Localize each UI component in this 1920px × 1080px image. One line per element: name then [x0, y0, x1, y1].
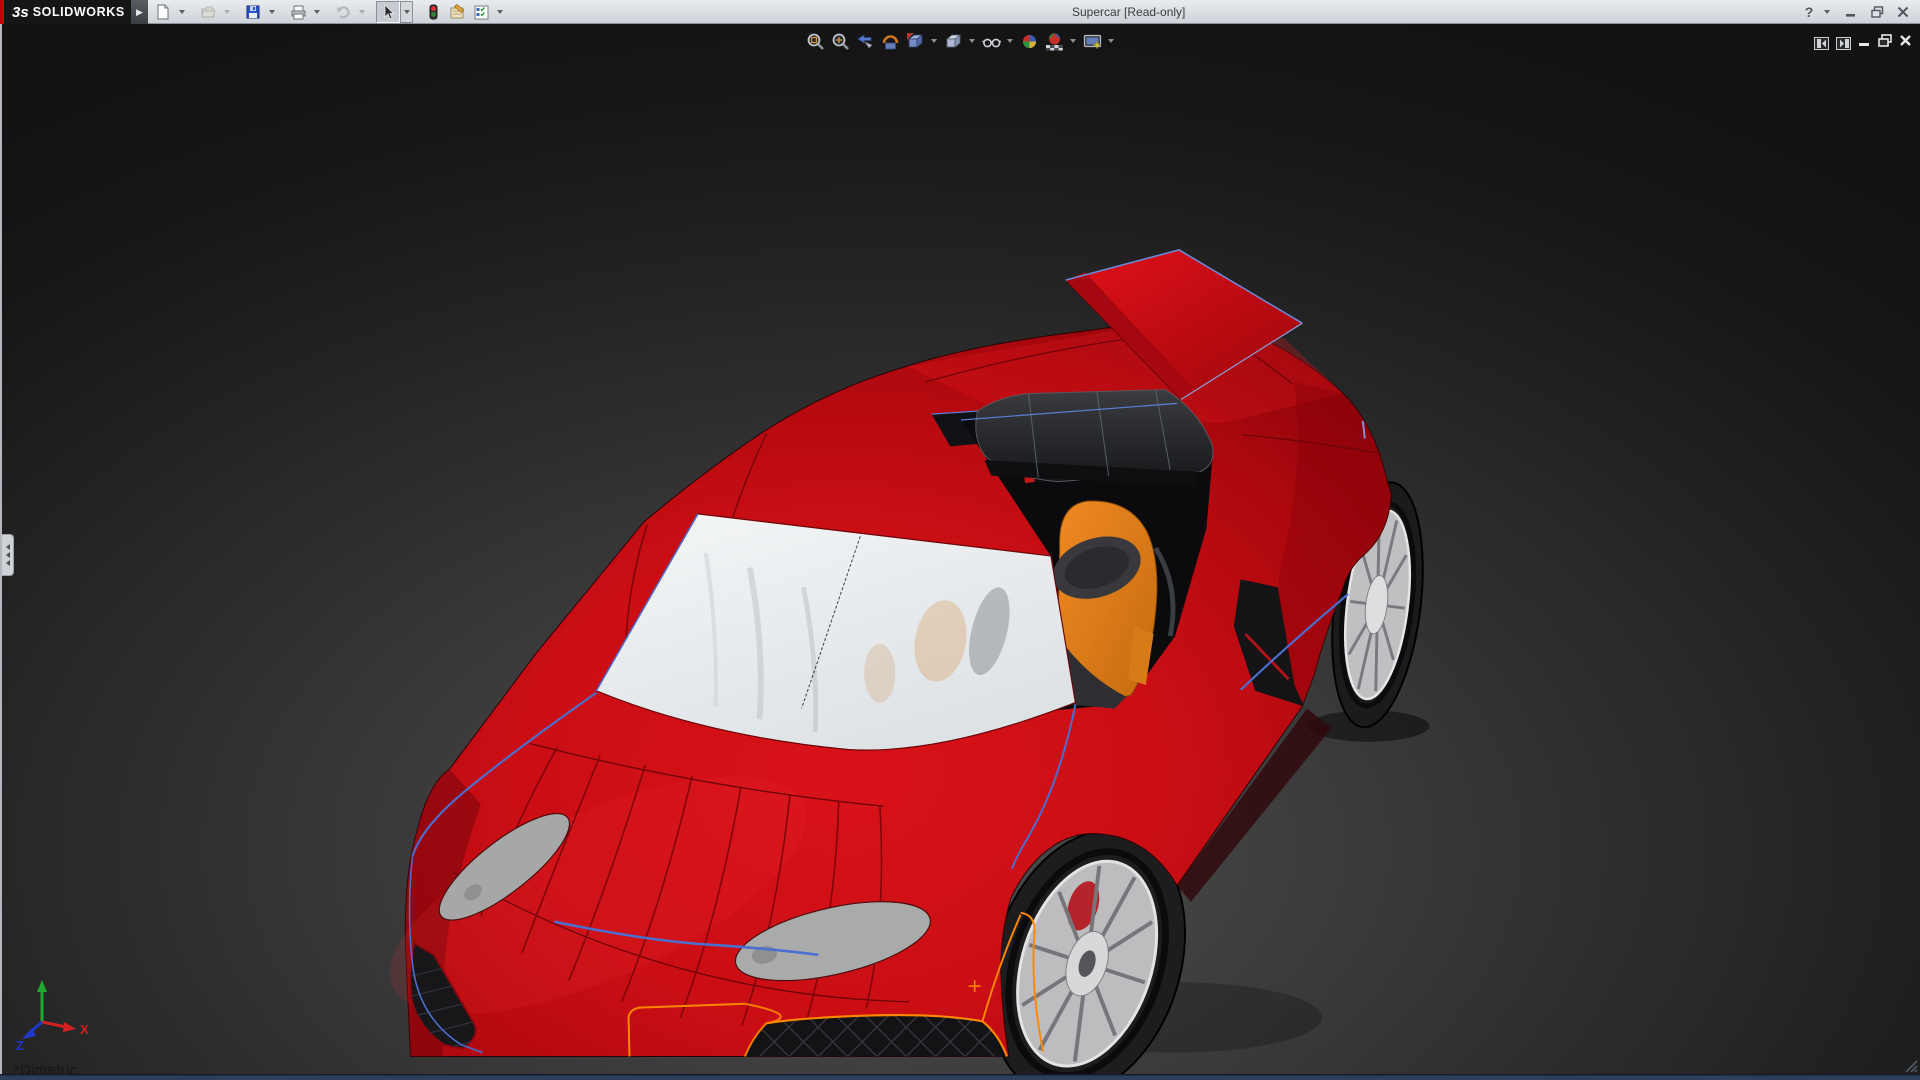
display-style-dropdown[interactable] — [967, 30, 977, 52]
reference-triad: X Z — [16, 980, 89, 1051]
new-document-dropdown[interactable] — [175, 1, 188, 23]
edit-appearance-button[interactable] — [1018, 30, 1040, 52]
zoom-to-area-button[interactable] — [829, 30, 851, 52]
undo-dropdown[interactable] — [355, 1, 368, 23]
select-button[interactable] — [376, 1, 400, 23]
restore-button[interactable] — [1866, 2, 1888, 22]
logo-prefix: 3s — [12, 3, 29, 21]
view-orientation-icon — [906, 32, 923, 48]
hide-show-items-button[interactable] — [980, 30, 1002, 52]
undo-button[interactable] — [331, 1, 355, 23]
open-button[interactable] — [196, 1, 220, 23]
eyeglasses-icon — [981, 38, 1001, 47]
scene-sphere-icon — [1045, 33, 1063, 50]
display-style-icon — [945, 33, 961, 48]
main-toolbar — [151, 0, 506, 24]
select-cursor-icon — [384, 4, 395, 20]
doc-close-icon — [1900, 35, 1911, 46]
traffic-light-icon — [429, 4, 438, 20]
options-button[interactable] — [469, 1, 493, 23]
design-binder-button[interactable] — [445, 1, 469, 23]
document-window-controls — [1814, 34, 1912, 52]
section-view-button[interactable] — [879, 30, 901, 52]
viewport-bottom-border — [0, 1074, 1920, 1080]
featuremanager-collapse-tab[interactable] — [2, 534, 14, 576]
section-view-icon — [882, 34, 898, 49]
collapse-arrow-icon — [5, 552, 10, 558]
supercar-model — [390, 249, 1430, 1080]
triad-z-label: Z — [16, 1038, 24, 1051]
view-settings-icon — [1083, 34, 1102, 50]
select-dropdown[interactable] — [400, 1, 413, 23]
previous-view-button[interactable] — [854, 30, 876, 52]
notebook-pencil-icon — [450, 4, 465, 19]
doc-close-button[interactable] — [1899, 34, 1912, 52]
previous-view-icon — [856, 33, 873, 49]
collapse-right-pane-button[interactable] — [1836, 36, 1851, 50]
zoom-fit-icon — [807, 33, 824, 50]
zoom-to-fit-button[interactable] — [804, 30, 826, 52]
options-dropdown[interactable] — [493, 1, 506, 23]
open-folder-icon — [201, 6, 216, 18]
close-button[interactable] — [1892, 2, 1914, 22]
doc-restore-button[interactable] — [1878, 34, 1892, 52]
appearance-sphere-icon — [1021, 33, 1037, 49]
help-button[interactable]: ? — [1798, 2, 1820, 22]
collapse-arrow-icon — [5, 560, 10, 566]
viewport-left-border — [0, 24, 2, 1074]
undo-arrow-icon — [337, 6, 350, 19]
doc-minimize-icon — [1859, 43, 1869, 46]
restore-icon — [1870, 6, 1883, 18]
save-dropdown[interactable] — [265, 1, 278, 23]
minimize-icon — [1846, 14, 1855, 17]
minimize-button[interactable] — [1840, 2, 1862, 22]
collapse-left-pane-button[interactable] — [1814, 36, 1829, 50]
printer-icon — [291, 5, 306, 20]
save-floppy-icon — [246, 5, 260, 19]
resize-grip[interactable] — [1902, 1057, 1918, 1073]
options-checklist-icon — [474, 5, 489, 20]
doc-minimize-button[interactable] — [1858, 34, 1871, 52]
title-bar: 3s SOLIDWORKS ▶ Supercar [Read-only] ? — [0, 0, 1920, 24]
new-document-button[interactable] — [151, 1, 175, 23]
view-orientation-dropdown[interactable] — [929, 30, 939, 52]
view-orientation-button[interactable] — [904, 30, 926, 52]
open-dropdown[interactable] — [220, 1, 233, 23]
solidworks-window: 3s SOLIDWORKS ▶ Supercar [Read-only] ? X… — [0, 0, 1920, 1080]
apply-scene-button[interactable] — [1043, 30, 1065, 52]
help-dropdown[interactable] — [1824, 10, 1830, 14]
collapse-arrow-icon — [5, 544, 10, 550]
close-icon — [1897, 6, 1909, 18]
triad-x-label: X — [80, 1022, 89, 1037]
solidworks-logo: 3s SOLIDWORKS — [4, 0, 131, 24]
document-title: Supercar [Read-only] — [1072, 5, 1186, 19]
rebuild-button[interactable] — [421, 1, 445, 23]
pane-right-icon — [1839, 38, 1849, 48]
graphics-viewport[interactable]: X Z *Dimetric — [0, 24, 1920, 1080]
print-dropdown[interactable] — [310, 1, 323, 23]
title-bar-controls: ? — [1798, 0, 1914, 24]
view-settings-button[interactable] — [1081, 30, 1103, 52]
apply-scene-dropdown[interactable] — [1068, 30, 1078, 52]
save-button[interactable] — [241, 1, 265, 23]
display-style-button[interactable] — [942, 30, 964, 52]
menu-expand-button[interactable]: ▶ — [131, 0, 148, 24]
zoom-area-icon — [832, 33, 849, 50]
pane-left-icon — [1816, 38, 1826, 48]
new-document-icon — [157, 4, 169, 20]
view-settings-dropdown[interactable] — [1106, 30, 1116, 52]
headsup-view-toolbar — [804, 30, 1116, 52]
hide-show-items-dropdown[interactable] — [1005, 30, 1015, 52]
print-button[interactable] — [286, 1, 310, 23]
doc-restore-icon — [1878, 34, 1892, 47]
logo-name: SOLIDWORKS — [32, 5, 125, 19]
